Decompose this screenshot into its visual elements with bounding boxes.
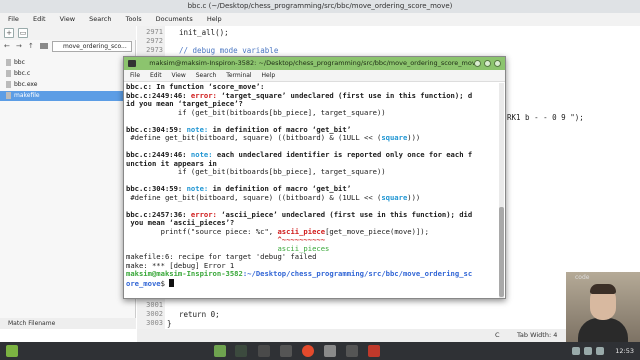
webcam-person-body <box>578 318 628 342</box>
file-icon <box>6 59 11 66</box>
editor-title: bbc.c (~/Desktop/chess_programming/src/b… <box>0 0 640 13</box>
code-comment: // debug mode variable <box>179 46 279 55</box>
terminal-taskbar-icon[interactable] <box>235 345 247 357</box>
menu-view[interactable]: View <box>60 15 75 23</box>
line-number: 2973 <box>146 46 163 54</box>
code-line: init_all(); <box>179 28 229 37</box>
terminal-title: maksim@maksim-Inspiron-3582: ~/Desktop/c… <box>149 59 480 67</box>
volume-icon[interactable] <box>584 347 592 355</box>
menu-help[interactable]: Help <box>207 15 222 23</box>
output-line: #define get_bit(bitboard, square) ((bitb… <box>126 133 421 142</box>
menu-icon[interactable] <box>6 345 18 357</box>
tab-width-label[interactable]: Tab Width: 4 <box>517 329 557 342</box>
webcam-person-hair <box>590 284 616 294</box>
terminal-window[interactable]: maksim@maksim-Inspiron-3582: ~/Desktop/c… <box>123 56 506 299</box>
network-icon[interactable] <box>572 347 580 355</box>
parent-folder-icon[interactable]: ↑ <box>28 42 34 50</box>
file-item-selected[interactable]: makefile <box>0 91 135 101</box>
menu-file[interactable]: File <box>8 15 19 23</box>
code-line-fragment: RK1 b - - 0 9 "); <box>507 113 584 122</box>
term-menu-file[interactable]: File <box>130 72 140 79</box>
recorder-icon[interactable] <box>368 345 380 357</box>
file-icon <box>6 92 11 99</box>
file-sidebar: ← → ↑ bbc bbc.c bbc.exe makefile <box>0 40 136 318</box>
file-item[interactable]: bbc.exe <box>6 80 37 90</box>
shell-prompt: maksim@maksim-Inspiron-3582:~/Desktop/ch… <box>126 269 473 278</box>
minimize-icon[interactable] <box>474 60 481 67</box>
close-icon[interactable] <box>494 60 501 67</box>
terminal-output[interactable]: bbc.c: In function ‘score_move’: bbc.c:2… <box>126 82 496 298</box>
chrome-icon[interactable] <box>302 345 314 357</box>
text-editor-icon[interactable] <box>324 345 336 357</box>
output-line: if (get_bit(bitboards[bb_piece], target_… <box>126 167 386 176</box>
menu-search[interactable]: Search <box>89 15 111 23</box>
term-menu-view[interactable]: View <box>172 72 186 79</box>
term-menu-help[interactable]: Help <box>262 72 276 79</box>
line-number: 3001 <box>146 301 163 309</box>
webcam-label: code <box>575 274 590 281</box>
output-line: #define get_bit(bitboard, square) ((bitb… <box>126 192 421 202</box>
new-file-icon[interactable]: + <box>4 28 14 38</box>
taskbar: 12:53 <box>0 342 640 360</box>
terminal-app-icon[interactable] <box>280 345 292 357</box>
editor-statusbar: C Tab Width: 4 <box>137 329 640 342</box>
folder-icon <box>40 43 48 49</box>
terminal-menubar: File Edit View Search Terminal Help <box>124 70 505 82</box>
scrollbar-thumb[interactable] <box>499 207 504 297</box>
editor-toolbar: + ▭ <box>0 26 136 40</box>
window-icon[interactable] <box>346 345 358 357</box>
back-arrow-icon[interactable]: ← <box>4 42 10 50</box>
maximize-icon[interactable] <box>484 60 491 67</box>
files-icon[interactable] <box>258 345 270 357</box>
match-filename-toggle[interactable]: Match Filename <box>0 318 136 329</box>
output-line: if (get_bit(bitboards[bb_piece], target_… <box>126 107 386 117</box>
terminal-icon <box>128 60 136 67</box>
file-item[interactable]: bbc <box>6 58 25 68</box>
term-menu-search[interactable]: Search <box>196 72 217 79</box>
menu-documents[interactable]: Documents <box>156 15 193 23</box>
battery-icon[interactable] <box>596 347 604 355</box>
open-file-icon[interactable]: ▭ <box>18 28 28 38</box>
line-number: 2972 <box>146 37 163 45</box>
term-menu-edit[interactable]: Edit <box>150 72 162 79</box>
menu-edit[interactable]: Edit <box>33 15 46 23</box>
path-dropdown[interactable]: move_ordering_sco... <box>52 41 132 52</box>
file-icon <box>6 81 11 88</box>
forward-arrow-icon[interactable]: → <box>16 42 22 50</box>
show-desktop-icon[interactable] <box>214 345 226 357</box>
language-label[interactable]: C <box>495 329 500 342</box>
editor-menubar: File Edit View Search Tools Documents He… <box>0 13 640 26</box>
file-item[interactable]: bbc.c <box>6 69 30 79</box>
webcam-overlay <box>566 272 640 342</box>
clock[interactable]: 12:53 <box>615 342 634 360</box>
text-cursor <box>169 278 175 287</box>
shell-prompt[interactable]: ore_move$ <box>126 278 175 289</box>
line-number: 3002 <box>146 310 163 318</box>
code-line: return 0; <box>179 310 220 319</box>
menu-tools[interactable]: Tools <box>126 15 142 23</box>
line-number: 3003 <box>146 319 163 327</box>
line-number: 2971 <box>146 28 163 36</box>
term-menu-terminal[interactable]: Terminal <box>226 72 251 79</box>
file-icon <box>6 70 11 77</box>
code-line: } <box>167 319 172 328</box>
terminal-titlebar[interactable]: maksim@maksim-Inspiron-3582: ~/Desktop/c… <box>124 57 505 70</box>
